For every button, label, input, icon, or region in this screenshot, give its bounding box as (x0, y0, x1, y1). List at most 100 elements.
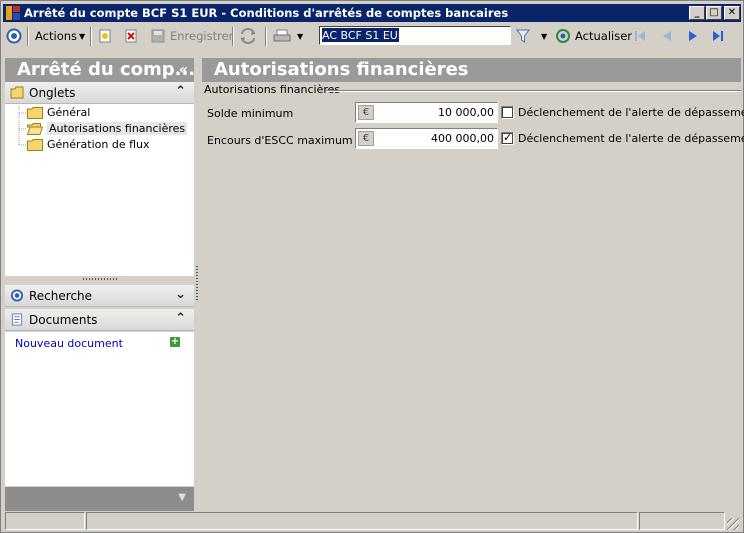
toolbar-separator (27, 27, 29, 46)
chevron-up-icon[interactable]: ⌃ (175, 311, 186, 326)
chevron-down-icon[interactable]: ⌄ (175, 287, 186, 302)
dropdown-arrow-icon: ▼ (541, 31, 548, 41)
group-title: Autorisations financières (204, 83, 341, 96)
tree-item-autorisations-financieres[interactable]: Autorisations financières (27, 121, 188, 136)
encours-escc-maximum-label: Encours d'ESCC maximum (207, 134, 353, 147)
last-icon (713, 31, 723, 41)
save-icon (151, 29, 165, 43)
maximize-icon: □ (709, 7, 719, 18)
minimize-icon: _ (694, 7, 700, 18)
page-title: Autorisations financières (214, 59, 469, 80)
folder-icon (27, 138, 43, 151)
target-icon (10, 289, 24, 302)
onglets-tree: Général Autorisations financières Généra… (5, 104, 194, 276)
tree-item-generation-de-flux[interactable]: Génération de flux (27, 137, 150, 152)
title-bar[interactable]: Arrêté du compte BCF S1 EUR - Conditions… (3, 4, 741, 22)
nav-circle-button[interactable] (6, 24, 22, 48)
close-button[interactable]: ✕ (724, 6, 740, 20)
status-cell (86, 512, 638, 530)
chevron-down-icon[interactable]: ▼ (178, 492, 186, 503)
left-panel-footer: ▼ (5, 487, 194, 511)
document-icon (11, 313, 23, 326)
actions-label: Actions (35, 29, 78, 43)
encours-escc-alert-checkbox[interactable]: ✓ (501, 131, 514, 145)
delete-icon (125, 29, 137, 43)
filter-button[interactable]: ▼ (515, 24, 547, 48)
section-documents[interactable]: Documents ⌃ (5, 309, 194, 331)
first-record-button[interactable] (632, 24, 648, 48)
horizontal-splitter[interactable] (5, 276, 194, 284)
chevron-up-icon[interactable]: ⌃ (175, 84, 186, 99)
filter-icon (516, 29, 530, 43)
checkmark-icon: ✓ (503, 131, 513, 144)
sync-button[interactable] (239, 24, 257, 48)
status-cell (639, 512, 725, 530)
new-button[interactable] (97, 24, 113, 48)
tree-item-general[interactable]: Général (27, 105, 90, 120)
add-icon[interactable]: + (170, 337, 180, 347)
encours-escc-alert-label: Déclenchement de l'alerte de dépassement (518, 132, 744, 145)
app-window: Arrêté du compte BCF S1 EUR - Conditions… (0, 0, 744, 533)
section-recherche-label: Recherche (29, 289, 93, 303)
print-button[interactable]: ▼ (273, 24, 303, 48)
vertical-splitter[interactable] (196, 266, 198, 302)
folder-icon (10, 86, 24, 99)
encours-escc-maximum-field[interactable]: € 400 000,00 (355, 128, 498, 149)
previous-record-button[interactable] (659, 24, 675, 48)
save-label: Enregistrer (170, 29, 234, 43)
grip-dots (83, 278, 119, 280)
status-bar (3, 512, 741, 532)
target-icon (6, 28, 22, 44)
toolbar-separator (90, 27, 92, 46)
next-record-button[interactable] (685, 24, 701, 48)
last-record-button[interactable] (710, 24, 726, 48)
dropdown-arrow-icon: ▼ (79, 31, 86, 41)
encours-escc-maximum-value: 400 000,00 (431, 132, 494, 145)
solde-minimum-value: 10 000,00 (438, 106, 494, 119)
delete-button[interactable] (123, 24, 139, 48)
toolbar: Actions ▼ Enregistrer ▼ AC BCF S1 EUR ▼ … (3, 24, 741, 50)
tree-item-label: Général (47, 106, 91, 119)
section-onglets[interactable]: Onglets ⌃ (5, 82, 194, 104)
close-icon: ✕ (727, 7, 737, 18)
previous-icon (663, 31, 671, 41)
status-cell (5, 512, 85, 530)
new-document-link[interactable]: Nouveau document (15, 337, 123, 350)
refresh-label: Actualiser (575, 29, 633, 43)
tree-item-label: Autorisations financières (47, 122, 188, 135)
solde-minimum-alert-label: Déclenchement de l'alerte de dépassement (518, 106, 744, 119)
save-button[interactable]: Enregistrer (150, 24, 233, 48)
dropdown-arrow-icon: ▼ (297, 31, 304, 41)
record-search-input[interactable] (322, 28, 506, 42)
app-icon (6, 6, 20, 20)
window-title: Arrêté du compte BCF S1 EUR - Conditions… (24, 6, 509, 20)
refresh-button[interactable]: Actualiser (555, 24, 632, 48)
solde-minimum-label: Solde minimum (207, 107, 294, 120)
euro-currency-icon[interactable]: € (358, 105, 374, 120)
solde-minimum-alert-checkbox[interactable] (501, 106, 514, 119)
section-recherche[interactable]: Recherche ⌄ (5, 285, 194, 307)
tree-item-label: Génération de flux (47, 138, 150, 151)
printer-icon (273, 29, 291, 42)
actions-menu-button[interactable]: Actions ▼ (35, 24, 85, 48)
solde-minimum-field[interactable]: € 10 000,00 (355, 102, 498, 123)
section-onglets-label: Onglets (29, 86, 76, 100)
section-documents-label: Documents (29, 313, 98, 327)
toolbar-separator (232, 27, 234, 46)
left-panel-title: Arrêté du comp... (17, 59, 196, 80)
sync-icon (241, 28, 255, 44)
record-search-box[interactable] (319, 26, 511, 45)
minimize-button[interactable]: _ (689, 6, 705, 20)
refresh-icon (556, 29, 570, 43)
folder-icon (27, 106, 43, 119)
first-icon (635, 31, 645, 41)
resize-grip-icon[interactable] (727, 518, 739, 530)
group-divider (326, 90, 741, 92)
main-header: Autorisations financières (202, 58, 741, 82)
new-document-icon (99, 29, 111, 43)
euro-currency-icon[interactable]: € (358, 131, 374, 146)
maximize-button[interactable]: □ (706, 6, 722, 20)
collapse-panel-icon[interactable]: « (179, 62, 188, 78)
open-folder-icon (27, 122, 43, 135)
next-icon (689, 31, 697, 41)
